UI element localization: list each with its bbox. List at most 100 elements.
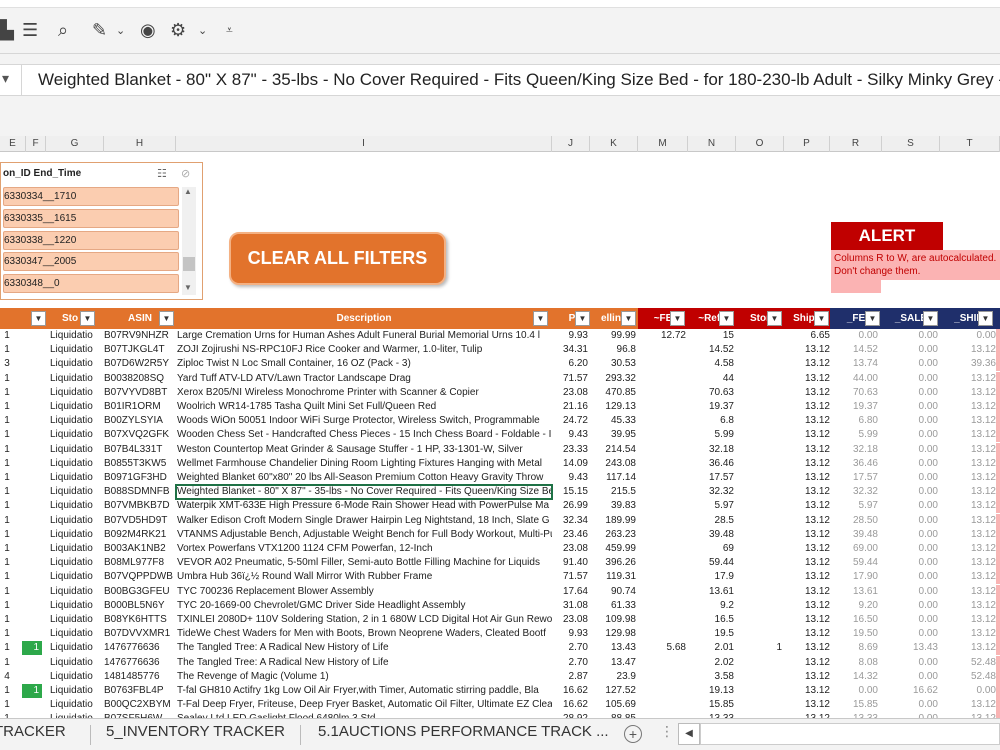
- table-cell[interactable]: [736, 698, 782, 712]
- chevron-down-icon[interactable]: ▼: [184, 283, 192, 292]
- table-cell[interactable]: 0.00: [882, 329, 938, 343]
- table-cell[interactable]: 13.12: [784, 499, 830, 513]
- table-cell[interactable]: [638, 684, 686, 698]
- table-cell[interactable]: 19.5: [688, 627, 734, 641]
- table-cell[interactable]: 0.00: [882, 343, 938, 357]
- table-cell[interactable]: 19.37: [830, 400, 878, 414]
- scroll-thumb[interactable]: [183, 257, 195, 271]
- table-cell[interactable]: 127.52: [590, 684, 636, 698]
- table-cell[interactable]: 13.12: [940, 556, 996, 570]
- table-cell[interactable]: 17.9: [688, 570, 734, 584]
- table-row[interactable]: 1 Liquidatio B0038208SQ Yard Tuff ATV-LD AT…: [0, 371, 1000, 386]
- table-cell[interactable]: 109.98: [590, 613, 636, 627]
- table-cell[interactable]: [638, 386, 686, 400]
- table-cell[interactable]: [638, 428, 686, 442]
- table-cell[interactable]: [736, 471, 782, 485]
- table-cell[interactable]: 30.53: [590, 357, 636, 371]
- table-cell[interactable]: [22, 443, 42, 457]
- table-cell[interactable]: 6.20: [552, 357, 588, 371]
- slicer-item[interactable]: 6330334__1710: [3, 187, 179, 206]
- table-cell[interactable]: Liquidatio: [50, 542, 104, 556]
- filter-dropdown-button[interactable]: ▼: [159, 311, 174, 326]
- table-cell[interactable]: [638, 556, 686, 570]
- table-row[interactable]: 1 Liquidatio B07TJKGL4T ZOJI Zojirushi NS-R…: [0, 343, 1000, 358]
- slicer-item[interactable]: 6330348__0: [3, 274, 179, 293]
- table-cell[interactable]: [22, 528, 42, 542]
- table-cell[interactable]: 13.12: [784, 357, 830, 371]
- filter-dropdown-button[interactable]: ▼: [923, 311, 938, 326]
- table-row[interactable]: 1 Liquidatio B07VMBKB7D Waterpik XMT-633E H…: [0, 499, 1000, 514]
- table-cell[interactable]: [22, 400, 42, 414]
- table-cell[interactable]: 13.12: [940, 627, 996, 641]
- table-cell[interactable]: T-fal GH810 Actifry 1kg Low Oil Air Frye…: [177, 684, 552, 698]
- col-letter[interactable]: N: [688, 136, 736, 152]
- table-cell[interactable]: 9.20: [830, 599, 878, 613]
- table-cell[interactable]: 1: [0, 457, 20, 471]
- table-cell[interactable]: 28.50: [830, 514, 878, 528]
- table-cell[interactable]: 15.85: [688, 698, 734, 712]
- table-cell[interactable]: [736, 556, 782, 570]
- table-row[interactable]: 1 Liquidatio B07VQPPDWB Umbra Hub 36ï¿½ Rou…: [0, 570, 1000, 585]
- table-cell[interactable]: [736, 570, 782, 584]
- table-cell[interactable]: 5.68: [638, 641, 686, 655]
- table-cell[interactable]: 5.99: [830, 428, 878, 442]
- table-cell[interactable]: 15.85: [830, 698, 878, 712]
- table-cell[interactable]: 9.93: [552, 329, 588, 343]
- table-cell[interactable]: B07B4L331T: [104, 443, 176, 457]
- table-cell[interactable]: Woods WiOn 50051 Indoor WiFi Surge Prote…: [177, 414, 552, 428]
- multi-select-icon[interactable]: ☷: [157, 167, 167, 180]
- table-cell[interactable]: 45.33: [590, 414, 636, 428]
- table-cell[interactable]: 1: [0, 443, 20, 457]
- add-sheet-icon[interactable]: +: [624, 725, 642, 743]
- table-cell[interactable]: B07DVVXMR1: [104, 627, 176, 641]
- col-letter[interactable]: I: [176, 136, 552, 152]
- col-letter[interactable]: S: [882, 136, 940, 152]
- table-cell[interactable]: 13.12: [784, 599, 830, 613]
- table-cell[interactable]: 2.70: [552, 656, 588, 670]
- table-cell[interactable]: 13.74: [830, 357, 878, 371]
- table-cell[interactable]: [736, 386, 782, 400]
- col-letter[interactable]: J: [552, 136, 590, 152]
- table-cell[interactable]: 6.65: [784, 329, 830, 343]
- table-cell[interactable]: B00QC2XBYM: [104, 698, 176, 712]
- table-cell[interactable]: Liquidatio: [50, 372, 104, 386]
- table-cell[interactable]: 24.72: [552, 414, 588, 428]
- table-cell[interactable]: 0.00: [882, 585, 938, 599]
- table-cell[interactable]: 13.12: [784, 627, 830, 641]
- col-letter[interactable]: F: [26, 136, 46, 152]
- table-cell[interactable]: 13.12: [784, 443, 830, 457]
- horizontal-scrollbar[interactable]: [700, 723, 1000, 745]
- col-letter[interactable]: T: [940, 136, 1000, 152]
- table-cell[interactable]: 39.48: [830, 528, 878, 542]
- table-cell[interactable]: 0.00: [882, 528, 938, 542]
- table-cell[interactable]: 13.12: [784, 670, 830, 684]
- table-cell[interactable]: 13.12: [784, 641, 830, 655]
- table-cell[interactable]: 1: [0, 627, 20, 641]
- table-cell[interactable]: 9.43: [552, 471, 588, 485]
- table-cell[interactable]: B07VQPPDWB: [104, 570, 176, 584]
- table-cell[interactable]: 1: [22, 641, 42, 656]
- filter-dropdown-button[interactable]: ▼: [533, 311, 548, 326]
- table-cell[interactable]: B088SDMNFB: [104, 485, 176, 499]
- table-cell[interactable]: 2.01: [688, 641, 734, 655]
- table-cell[interactable]: 13.12: [940, 570, 996, 584]
- table-cell[interactable]: 1: [0, 329, 20, 343]
- table-cell[interactable]: 2.02: [688, 656, 734, 670]
- table-cell[interactable]: [736, 400, 782, 414]
- table-cell[interactable]: B01IR1ORM: [104, 400, 176, 414]
- table-cell[interactable]: [22, 556, 42, 570]
- table-cell[interactable]: [736, 514, 782, 528]
- table-cell[interactable]: [22, 372, 42, 386]
- table-cell[interactable]: [22, 471, 42, 485]
- table-cell[interactable]: 26.99: [552, 499, 588, 513]
- table-cell[interactable]: Liquidatio: [50, 485, 104, 499]
- table-cell[interactable]: Xerox B205/NI Wireless Monochrome Printe…: [177, 386, 552, 400]
- table-cell[interactable]: 189.99: [590, 514, 636, 528]
- table-row[interactable]: 1 Liquidatio B092M4RK21 VTANMS Adjustable B…: [0, 527, 1000, 542]
- table-cell[interactable]: [22, 485, 42, 499]
- table-cell[interactable]: Liquidatio: [50, 670, 104, 684]
- table-cell[interactable]: 0.00: [830, 684, 878, 698]
- table-cell[interactable]: 1: [0, 471, 20, 485]
- table-cell[interactable]: [638, 670, 686, 684]
- table-cell[interactable]: 13.12: [784, 613, 830, 627]
